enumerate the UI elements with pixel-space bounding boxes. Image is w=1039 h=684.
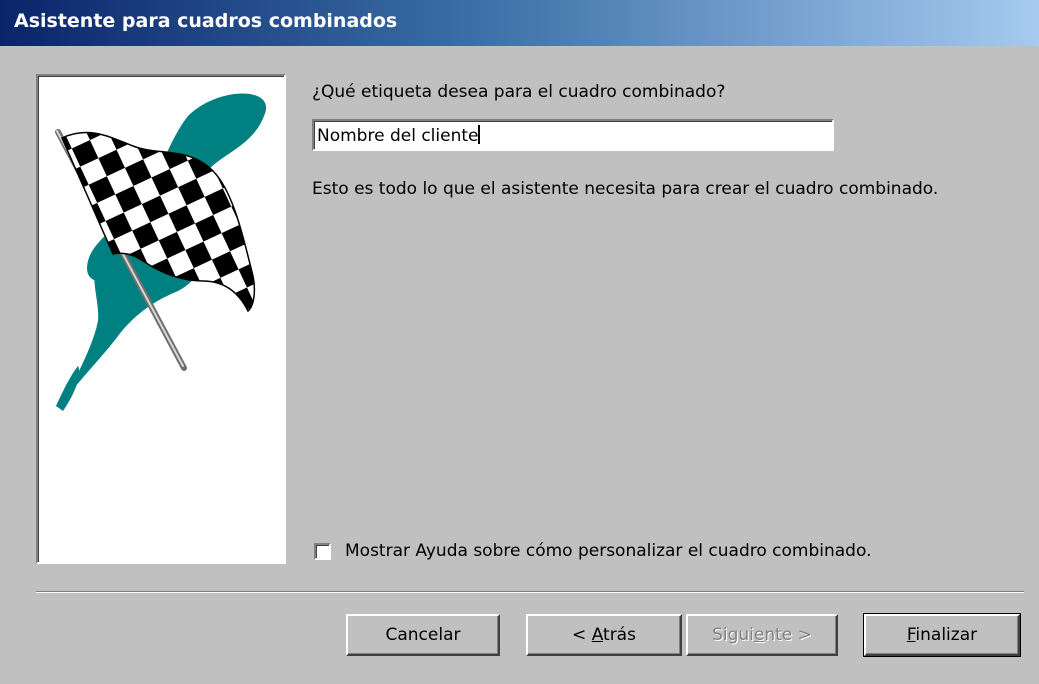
show-help-option[interactable]: Mostrar Ayuda sobre cómo personalizar el… [314,541,871,561]
title-bar[interactable]: Asistente para cuadros combinados [0,0,1039,46]
label-prompt: ¿Qué etiqueta desea para el cuadro combi… [312,82,726,102]
window-title: Asistente para cuadros combinados [14,10,398,32]
combo-box-wizard-window: Asistente para cuadros combinados ¿Qué e… [0,0,1039,684]
next-button-label: Siguiente > [712,625,812,645]
show-help-label[interactable]: Mostrar Ayuda sobre cómo personalizar el… [345,541,871,561]
combo-label-input[interactable]: Nombre del cliente [312,119,834,151]
cancel-button[interactable]: Cancelar [346,614,500,656]
info-message: Esto es todo lo que el asistente necesit… [312,179,939,199]
show-help-checkbox[interactable] [314,542,331,560]
back-button[interactable]: < Atrás [526,614,682,656]
button-separator [36,591,1024,593]
text-caret [478,125,481,144]
finish-button-label: Finalizar [906,625,978,645]
back-button-label: < Atrás [572,625,636,645]
combo-label-value: Nombre del cliente [317,126,479,146]
checkered-flag-icon [55,93,267,411]
next-button: Siguiente > [686,614,838,656]
finish-button[interactable]: Finalizar [863,613,1021,657]
wizard-illustration-panel [36,74,286,564]
cancel-button-label: Cancelar [385,625,461,645]
